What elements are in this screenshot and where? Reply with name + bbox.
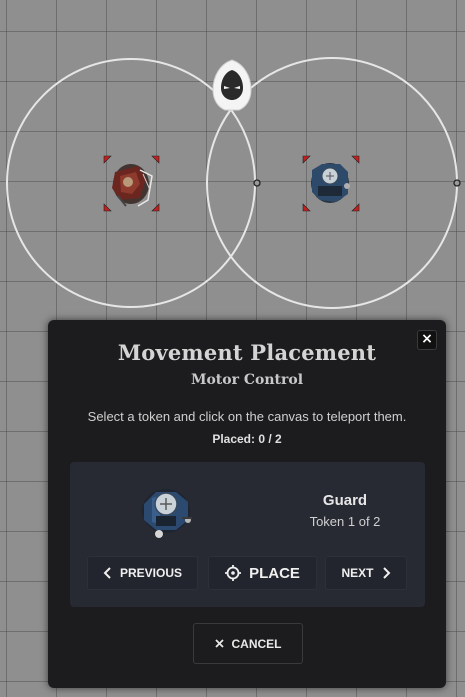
previous-label: PREVIOUS [119, 566, 182, 580]
token-panel: Guard Token 1 of 2 PREVIOUS PLACE NEXT [70, 462, 425, 607]
left-ring-handle[interactable] [253, 179, 261, 187]
hooded-figure-icon[interactable] [212, 59, 252, 111]
previous-button[interactable]: PREVIOUS [87, 556, 198, 590]
placed-status: Placed: 0 / 2 [212, 432, 282, 446]
instruction-text: Select a token and click on the canvas t… [87, 409, 407, 424]
cancel-button[interactable]: CANCEL [193, 623, 303, 664]
place-label: PLACE [249, 564, 300, 582]
dialog-title: Movement Placement [117, 340, 377, 365]
cancel-label: CANCEL [231, 636, 282, 651]
guard-portrait-icon [142, 489, 192, 538]
guard-token[interactable] [311, 163, 350, 203]
right-ring-handle[interactable] [453, 179, 461, 187]
movement-placement-dialog: × Movement Placement Motor Control Selec… [48, 320, 446, 688]
next-button[interactable]: NEXT [325, 556, 407, 590]
token-counter: Token 1 of 2 [309, 514, 381, 529]
dialog-subtitle: Motor Control [190, 372, 304, 388]
place-button[interactable]: PLACE [208, 556, 317, 590]
crosshair-icon [225, 565, 242, 581]
close-icon [214, 639, 224, 648]
token-name: Guard [322, 492, 368, 509]
chevron-left-icon [103, 567, 111, 579]
red-cloaked-rogue-token[interactable] [112, 164, 153, 207]
chevron-right-icon [382, 567, 390, 579]
next-label: NEXT [341, 566, 374, 580]
